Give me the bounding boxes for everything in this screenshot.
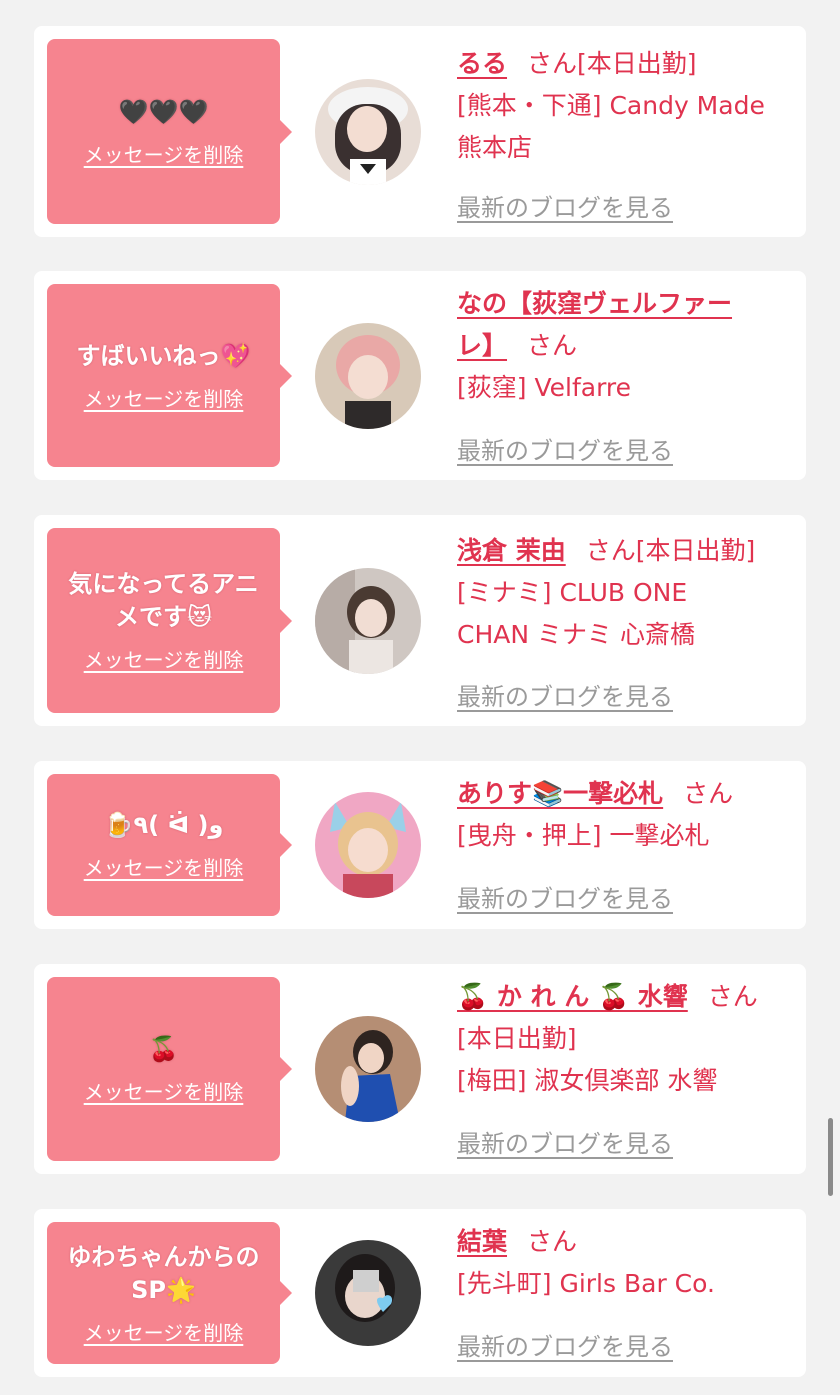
message-text: 🖤🖤🖤: [118, 97, 209, 126]
profile-name-link[interactable]: 浅倉 茉由: [457, 536, 566, 565]
avatar[interactable]: [315, 1240, 421, 1346]
message-bubble: 🍒 メッセージを削除: [47, 977, 292, 1161]
delete-message-link[interactable]: メッセージを削除: [84, 139, 244, 168]
profile-name-link[interactable]: 🍒 か れ ん 🍒 水響: [457, 982, 688, 1011]
honorific: さん: [707, 982, 758, 1011]
message-bubble: ゆわちゃんからの SP🌟 メッセージを削除: [47, 1222, 292, 1364]
message-card: 🖤🖤🖤 メッセージを削除 るる さん[本日出勤] [熊本・下通] Candy Ma…: [34, 26, 806, 237]
avatar[interactable]: [315, 1016, 421, 1122]
status-badge: [本日出勤]: [635, 536, 756, 565]
delete-message-link[interactable]: メッセージを削除: [84, 852, 244, 881]
avatar[interactable]: [315, 323, 421, 429]
delete-message-link[interactable]: メッセージを削除: [84, 1076, 244, 1105]
shop-line: [先斗町] Girls Bar Co.: [457, 1269, 715, 1298]
message-text: SP🌟: [131, 1275, 196, 1304]
status-badge: [本日出勤]: [577, 49, 697, 78]
latest-blog-link[interactable]: 最新のブログを見る: [457, 677, 673, 712]
shop-line: [熊本・下通] Candy Made: [457, 91, 765, 120]
profile-info: 結葉 さん [先斗町] Girls Bar Co.: [457, 1221, 797, 1305]
shop-line: [荻窪] Velfarre: [457, 373, 632, 402]
delete-message-link[interactable]: メッセージを削除: [84, 644, 244, 673]
message-card: 気になってるアニ メです😻 メッセージを削除 浅倉 茉由 さん[本日出勤] [ミナ…: [34, 515, 806, 726]
profile-name-link[interactable]: レ】: [457, 331, 507, 360]
latest-blog-link[interactable]: 最新のブログを見る: [457, 1124, 673, 1159]
message-list: 🖤🖤🖤 メッセージを削除 るる さん[本日出勤] [熊本・下通] Candy Ma…: [0, 0, 840, 1395]
honorific: さん: [585, 536, 636, 565]
shop-line: 熊本店: [457, 133, 533, 162]
message-card: ゆわちゃんからの SP🌟 メッセージを削除 結葉 さん [先斗町] Girls B…: [34, 1209, 806, 1377]
delete-message-link[interactable]: メッセージを削除: [84, 1317, 244, 1346]
latest-blog-link[interactable]: 最新のブログを見る: [457, 431, 673, 466]
message-card: すばいいねっ💖 メッセージを削除 なの【荻窪ヴェルファー レ】 さん [荻窪] V…: [34, 271, 806, 480]
latest-blog-link[interactable]: 最新のブログを見る: [457, 188, 673, 223]
shop-line: [曳舟・押上] 一撃必札: [457, 821, 710, 850]
message-card: 🍺٩( ᐛ )و メッセージを削除 ありす📚一撃必札 さん [曳舟・押上] 一撃必…: [34, 761, 806, 929]
honorific: さん: [527, 49, 578, 78]
avatar[interactable]: [315, 79, 421, 185]
honorific: さん: [527, 1227, 578, 1256]
honorific: さん: [683, 779, 734, 808]
shop-line: CHAN ミナミ 心斎橋: [457, 620, 695, 649]
profile-info: 🍒 か れ ん 🍒 水響 さん [本日出勤] [梅田] 淑女倶楽部 水響: [457, 976, 797, 1102]
profile-name-link[interactable]: るる: [457, 49, 507, 78]
message-bubble: すばいいねっ💖 メッセージを削除: [47, 284, 292, 467]
avatar[interactable]: [315, 568, 421, 674]
latest-blog-link[interactable]: 最新のブログを見る: [457, 1327, 673, 1362]
profile-info: 浅倉 茉由 さん[本日出勤] [ミナミ] CLUB ONE CHAN ミナミ 心斎…: [457, 530, 797, 656]
profile-info: るる さん[本日出勤] [熊本・下通] Candy Made 熊本店: [457, 43, 797, 169]
delete-message-link[interactable]: メッセージを削除: [84, 383, 244, 412]
message-bubble: 気になってるアニ メです😻 メッセージを削除: [47, 528, 292, 713]
latest-blog-link[interactable]: 最新のブログを見る: [457, 879, 673, 914]
profile-info: なの【荻窪ヴェルファー レ】 さん [荻窪] Velfarre: [457, 283, 797, 409]
message-text: メです😻: [114, 603, 213, 631]
profile-name-link[interactable]: ありす📚一撃必札: [457, 779, 663, 808]
profile-name-link[interactable]: 結葉: [457, 1227, 507, 1256]
message-text: 🍺٩( ᐛ )و: [103, 811, 224, 839]
shop-line: [梅田] 淑女倶楽部 水響: [457, 1066, 718, 1095]
shop-line: [ミナミ] CLUB ONE: [457, 578, 688, 607]
profile-info: ありす📚一撃必札 さん [曳舟・押上] 一撃必札: [457, 773, 797, 857]
status-badge: [本日出勤]: [457, 1024, 577, 1053]
message-text: すばいいねっ💖: [76, 341, 251, 370]
message-text: 🍒: [148, 1035, 179, 1063]
message-text: 気になってるアニ: [68, 570, 259, 598]
scrollbar[interactable]: [828, 1118, 833, 1196]
honorific: さん: [527, 331, 578, 360]
avatar[interactable]: [315, 792, 421, 898]
message-bubble: 🖤🖤🖤 メッセージを削除: [47, 39, 292, 224]
message-text: ゆわちゃんからの: [67, 1242, 260, 1271]
message-bubble: 🍺٩( ᐛ )و メッセージを削除: [47, 774, 292, 916]
profile-name-link[interactable]: なの【荻窪ヴェルファー: [457, 289, 732, 318]
message-card: 🍒 メッセージを削除 🍒 か れ ん 🍒 水響 さん [本日出勤] [梅田] 淑女…: [34, 964, 806, 1174]
